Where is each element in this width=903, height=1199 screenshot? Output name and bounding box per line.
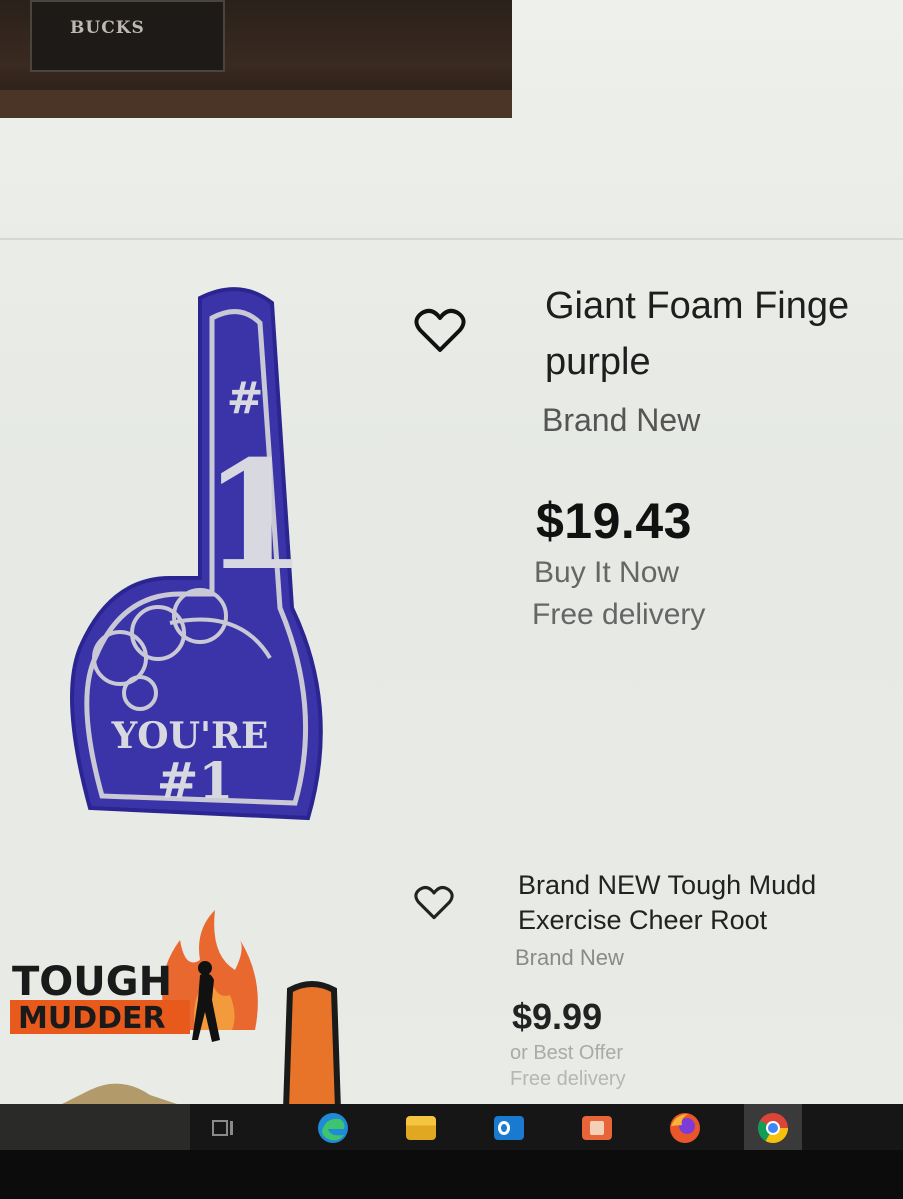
listing-delivery: Free delivery bbox=[510, 1068, 626, 1090]
desktop-edge bbox=[0, 1104, 190, 1150]
image-number-text: 1 bbox=[203, 428, 307, 604]
logo-mudder-text: MUDDER bbox=[18, 1001, 166, 1036]
listing-title[interactable]: Brand NEW Tough Mudd Exercise Cheer Root bbox=[518, 868, 903, 938]
taskbar bbox=[190, 1104, 903, 1152]
listing-condition: Brand New bbox=[515, 945, 624, 970]
outlook-icon[interactable] bbox=[480, 1104, 538, 1152]
listing-title-line2: Exercise Cheer Root bbox=[518, 905, 768, 935]
screen: BUCKS # 1 YOU'RE #1 Giant Foam Finge pur… bbox=[0, 0, 903, 1150]
listing-best-offer: or Best Offer bbox=[510, 1042, 624, 1064]
listing-buying-format: Buy It Now bbox=[534, 556, 680, 589]
chrome-icon[interactable] bbox=[744, 1104, 802, 1152]
listing-price: $19.43 bbox=[536, 493, 692, 549]
listing-delivery: Free delivery bbox=[532, 598, 706, 631]
listing-title-line2: purple bbox=[545, 341, 651, 383]
listing-title-line1: Brand NEW Tough Mudd bbox=[518, 870, 817, 900]
listing-image-tough-mudder[interactable]: TOUGH MUDDER bbox=[0, 900, 380, 1110]
shelf bbox=[0, 90, 512, 118]
firefox-icon[interactable] bbox=[656, 1104, 714, 1152]
photos-icon[interactable] bbox=[568, 1104, 626, 1152]
monitor-bezel bbox=[0, 1150, 903, 1199]
listing-price: $9.99 bbox=[512, 996, 603, 1037]
listing-title-line1: Giant Foam Finge bbox=[545, 285, 850, 327]
watch-heart-icon[interactable] bbox=[414, 308, 466, 354]
task-view-icon[interactable] bbox=[204, 1104, 244, 1152]
listing-condition: Brand New bbox=[542, 402, 701, 438]
listing-image-foam-finger[interactable]: # 1 YOU'RE #1 bbox=[40, 278, 340, 838]
watch-heart-icon[interactable] bbox=[414, 885, 454, 921]
previous-listing-image[interactable]: BUCKS bbox=[0, 0, 512, 118]
image-number-one-text: #1 bbox=[157, 751, 234, 810]
listing-title[interactable]: Giant Foam Finge purple bbox=[545, 278, 903, 390]
edge-icon[interactable] bbox=[304, 1104, 362, 1152]
product-box: BUCKS bbox=[30, 0, 225, 72]
logo-tough-text: TOUGH bbox=[12, 959, 172, 1005]
box-label: BUCKS bbox=[70, 18, 145, 38]
listing-divider bbox=[0, 238, 903, 240]
file-explorer-icon[interactable] bbox=[392, 1104, 450, 1152]
image-hash-text: # bbox=[227, 373, 264, 424]
